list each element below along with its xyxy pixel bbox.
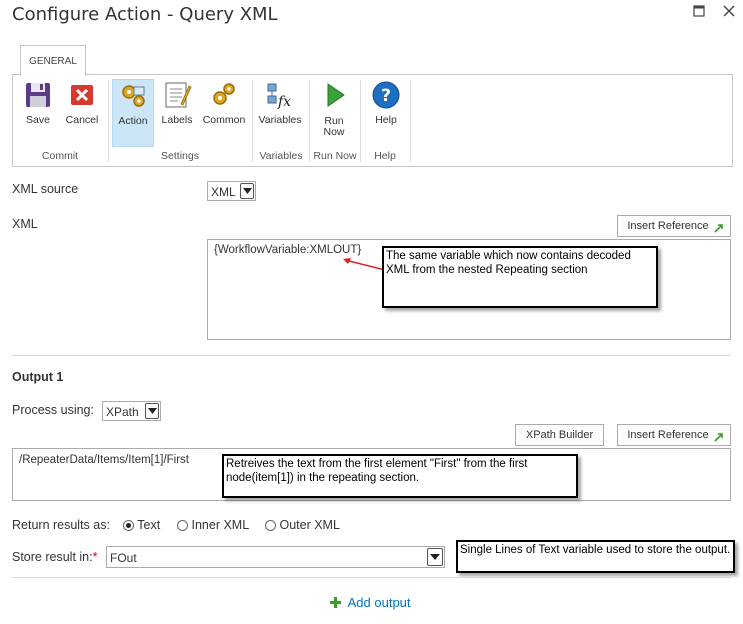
add-output-label: Add output [347, 595, 411, 610]
run-play-icon [319, 80, 349, 110]
variables-fx-icon: fx [265, 80, 295, 110]
run-now-button[interactable]: Run Now [313, 80, 355, 138]
xpath-builder-button[interactable]: XPath Builder [515, 424, 604, 446]
run-now-label-2: Now [323, 126, 345, 138]
dialog-title: Configure Action - Query XML [12, 4, 278, 25]
radio-inner-xml[interactable]: Inner XML [177, 518, 249, 532]
process-using-label: Process using: [12, 403, 94, 417]
help-button[interactable]: ? Help [366, 80, 406, 126]
help-icon: ? [371, 80, 401, 110]
group-label-run-now: Run Now [313, 150, 357, 162]
radio-outer-xml-label: Outer XML [279, 518, 340, 532]
radio-text[interactable]: Text [123, 518, 160, 532]
radio-button-selected [123, 520, 134, 532]
cancel-button[interactable]: Cancel [62, 80, 102, 126]
action-button[interactable]: Action [112, 79, 154, 147]
common-label: Common [202, 114, 246, 126]
labels-button[interactable]: Labels [157, 80, 197, 126]
insert-reference-label: Insert Reference [627, 220, 709, 232]
group-label-settings: Settings [161, 150, 199, 162]
svg-text:?: ? [381, 86, 391, 106]
divider [12, 577, 731, 578]
store-result-label-text: Store result in: [12, 550, 93, 564]
return-results-label: Return results as: [12, 518, 110, 532]
output-heading: Output 1 [12, 370, 64, 384]
plus-icon [330, 595, 345, 610]
save-label: Save [26, 114, 50, 126]
chevron-down-icon [427, 548, 443, 566]
callout-xml-note: The same variable which now contains dec… [382, 246, 658, 308]
cancel-icon [67, 80, 97, 110]
group-label-help: Help [374, 150, 396, 162]
add-output-link[interactable]: Add output [330, 595, 411, 610]
variables-button[interactable]: fx Variables [255, 80, 305, 126]
labels-label: Labels [161, 114, 193, 126]
save-icon [23, 80, 53, 110]
gears-icon [118, 81, 148, 111]
radio-text-label: Text [137, 518, 161, 532]
tab-general[interactable]: GENERAL [20, 45, 86, 76]
radio-inner-xml-label: Inner XML [191, 518, 250, 532]
insert-arrow-icon [714, 429, 724, 449]
radio-outer-xml[interactable]: Outer XML [265, 518, 340, 532]
insert-arrow-icon [714, 220, 724, 240]
store-result-label: Store result in:* [12, 550, 97, 564]
common-gears-icon [209, 80, 239, 110]
store-result-value: FOut [110, 551, 137, 565]
callout-arrow-icon [343, 258, 386, 271]
xml-source-select[interactable]: XML [207, 181, 256, 201]
process-using-value: XPath [106, 405, 139, 419]
xml-label: XML [12, 217, 38, 231]
common-button[interactable]: Common [199, 80, 249, 126]
insert-reference-button-2[interactable]: Insert Reference [617, 424, 731, 446]
ribbon-separator [410, 80, 411, 162]
action-label: Action [118, 115, 148, 127]
ribbon-separator [252, 80, 253, 162]
save-button[interactable]: Save [18, 80, 58, 126]
xpath-value: /RepeaterData/Items/Item[1]/First [19, 454, 190, 466]
insert-reference-button[interactable]: Insert Reference [617, 215, 731, 237]
maximize-icon[interactable] [693, 4, 705, 20]
callout-xpath-note: Retreives the text from the first elemen… [222, 454, 578, 498]
chevron-down-icon [240, 183, 254, 199]
ribbon-separator [108, 80, 109, 162]
xml-source-label: XML source [12, 182, 79, 196]
radio-button [177, 520, 188, 532]
xml-source-value: XML [211, 185, 236, 199]
labels-icon [162, 80, 192, 110]
process-using-select[interactable]: XPath [102, 401, 161, 421]
store-result-select[interactable]: FOut [106, 546, 445, 568]
insert-reference-label-2: Insert Reference [627, 429, 709, 441]
group-label-variables: Variables [259, 150, 303, 162]
required-mark: * [92, 550, 98, 564]
variables-label: Variables [258, 114, 302, 126]
divider [12, 355, 731, 356]
callout-store-note: Single Lines of Text variable used to st… [456, 540, 735, 573]
help-label: Help [375, 114, 397, 126]
cancel-label: Cancel [65, 114, 99, 126]
chevron-down-icon [145, 403, 159, 419]
close-icon[interactable] [723, 4, 735, 20]
svg-text:fx: fx [277, 94, 291, 110]
radio-button [265, 520, 276, 532]
group-label-commit: Commit [41, 150, 79, 162]
